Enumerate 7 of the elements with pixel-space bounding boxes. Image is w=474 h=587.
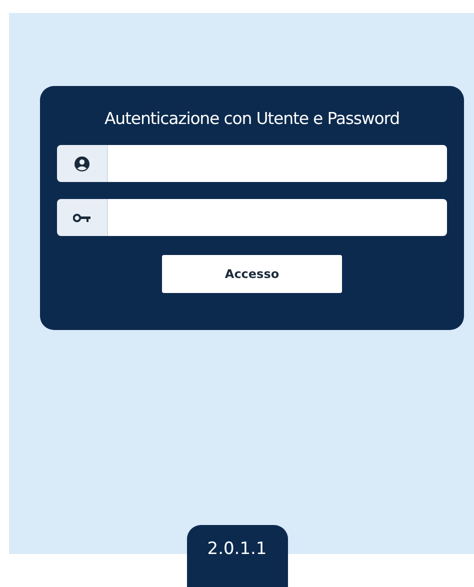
user-icon <box>74 156 90 172</box>
username-field[interactable] <box>108 145 447 182</box>
key-icon <box>73 212 91 222</box>
login-button[interactable]: Accesso <box>162 255 342 293</box>
version-badge: 2.0.1.1 <box>186 525 288 587</box>
password-field[interactable] <box>108 199 447 236</box>
login-title: Autenticazione con Utente e Password <box>104 109 400 128</box>
